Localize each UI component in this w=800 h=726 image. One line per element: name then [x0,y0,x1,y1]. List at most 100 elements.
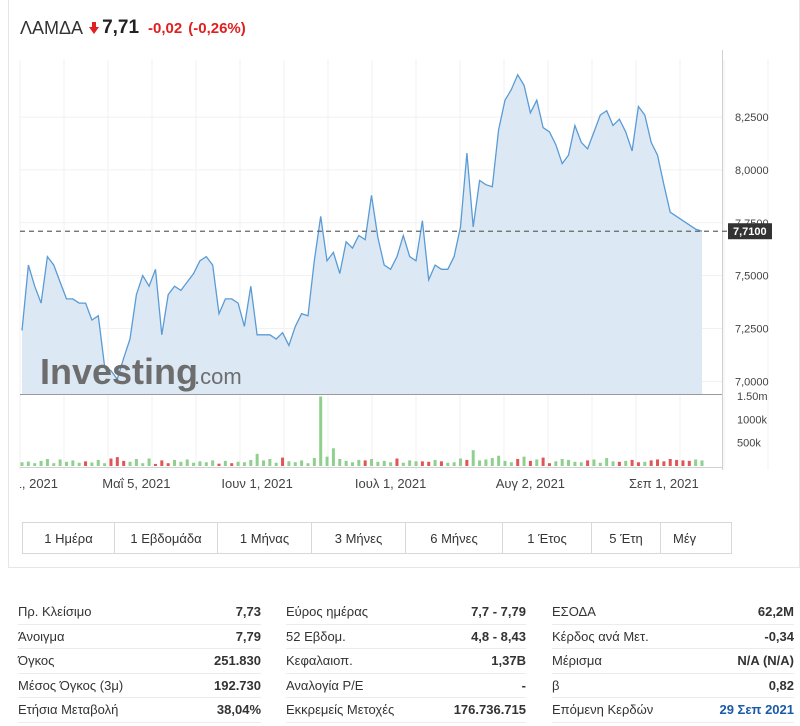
x-tick-label: Ιουν 1, 2021 [221,476,292,491]
volume-bar [408,460,412,466]
volume-bar [446,462,450,466]
stat-label: Μέσος Όγκος (3μ) [18,677,124,693]
price-chart[interactable]: Investing .com 8,25008,00007,75007,50007… [0,0,800,520]
stat-label: Μέρισμα [552,653,602,669]
stat-value: 251.830 [214,653,261,669]
x-tick-label: Ιουλ 1, 2021 [355,476,426,491]
watermark-domain: .com [194,364,242,389]
volume-bar [52,463,56,466]
volume-bar [122,460,126,466]
volume-bar [636,462,640,466]
volume-bar [611,461,615,466]
x-tick-label: Απρ 1, 2021 [0,476,58,491]
volume-bar [662,461,666,466]
volume-bar [20,462,24,466]
stat-row: Μέσος Όγκος (3μ) 192.730 [18,674,261,698]
volume-bar [274,462,278,466]
stat-label: 52 Εβδομ. [286,628,346,644]
volume-bar [471,450,475,466]
y-tick-label: 7,2500 [735,323,769,335]
range-button[interactable]: Μέγ [661,523,733,553]
range-button[interactable]: 3 Μήνες [312,523,406,553]
stat-label: Όγκος [18,653,55,669]
range-button[interactable]: 1 Μήνας [218,523,312,553]
stat-value: 4,8 - 8,43 [471,628,526,644]
stat-label: Πρ. Κλείσιμο [18,604,92,620]
volume-bar [414,461,418,466]
volume-bar [141,463,145,466]
stat-row: Ετήσια Μεταβολή 38,04% [18,698,261,723]
volume-tick-label: 1000k [737,414,767,426]
volume-bar [179,461,183,466]
volume-bar [586,460,590,466]
range-button[interactable]: 6 Μήνες [406,523,503,553]
volume-bar [554,461,558,466]
volume-bar [192,462,196,466]
volume-bar [624,460,628,466]
volume-bar [134,459,138,466]
y-tick-label: 7,5000 [735,271,769,283]
stat-label: Εκκρεμείς Μετοχές [286,702,395,718]
volume-bar [39,460,43,466]
y-tick-label: 7,0000 [735,376,769,388]
volume-bar [490,458,494,466]
volume-bar [382,460,386,466]
volume-bar [198,461,202,466]
stat-label: β [552,677,560,693]
volume-bar [579,462,583,466]
y-tick-label: 8,0000 [735,165,769,177]
stat-row: Εύρος ημέρας 7,7 - 7,79 [286,600,526,625]
volume-bar [242,462,246,466]
range-button[interactable]: 1 Έτος [503,523,592,553]
volume-bar [363,460,367,466]
volume-bar [33,463,37,466]
range-button[interactable]: 5 Έτη [592,523,661,553]
volume-bar [503,460,507,466]
volume-bar [261,460,265,466]
volume-bar [675,459,679,466]
stat-label: Ετήσια Μεταβολή [18,702,119,718]
stat-row: Εκκρεμείς Μετοχές 176.736.715 [286,698,526,723]
volume-bar [217,463,221,466]
range-button[interactable]: 1 Εβδομάδα [115,523,218,553]
stat-row: β 0,82 [552,674,794,698]
stat-value: -0,34 [764,628,794,644]
stat-value: 176.736.715 [453,702,526,718]
volume-bars [20,396,704,466]
stat-value[interactable]: 29 Σεπ 2021 [719,702,794,717]
volume-tick-label: 500k [737,438,761,450]
volume-bar [45,459,49,466]
range-button[interactable]: 1 Ημέρα [23,523,115,553]
volume-bar [344,460,348,466]
stat-row: ΕΣΟΔΑ 62,2M [552,600,794,625]
stat-label: ΕΣΟΔΑ [552,604,596,620]
volume-bar [560,459,564,466]
stat-row: Μέρισμα N/A (N/A) [552,649,794,674]
volume-bar [459,458,463,466]
x-tick-label: Αυγ 2, 2021 [496,476,565,491]
volume-tick-label: 1.50m [737,391,768,403]
volume-bar [617,461,621,466]
volume-bar [681,460,685,466]
volume-bar [376,461,380,466]
stat-label: Άνοιγμα [18,628,65,644]
volume-bar [319,396,323,466]
volume-bar [230,463,234,466]
stat-row: Πρ. Κλείσιμο 7,73 [18,600,261,625]
price-area [21,73,703,395]
stat-label: Κέρδος ανά Μετ. [552,628,649,644]
volume-bar [452,462,456,466]
volume-bar [649,460,653,466]
volume-bar [694,459,698,466]
volume-bar [331,448,335,466]
volume-bar [306,463,310,466]
stat-row: 52 Εβδομ. 4,8 - 8,43 [286,625,526,649]
time-range-selector: 1 Ημέρα 1 Εβδομάδα 1 Μήνας 3 Μήνες 6 Μήνες 1 … [22,522,732,554]
volume-bar [236,461,240,466]
stat-row: Κέρδος ανά Μετ. -0,34 [552,625,794,649]
volume-bar [249,459,253,466]
stat-row: Επόμενη Κερδών 29 Σεπ 2021 [552,698,794,723]
stat-label: Κεφαλαιοπ. [286,653,353,669]
stats-column-3: ΕΣΟΔΑ 62,2M Κέρδος ανά Μετ. -0,34 Μέρισμα N/A… [552,600,794,723]
price-area-fill [22,74,702,395]
